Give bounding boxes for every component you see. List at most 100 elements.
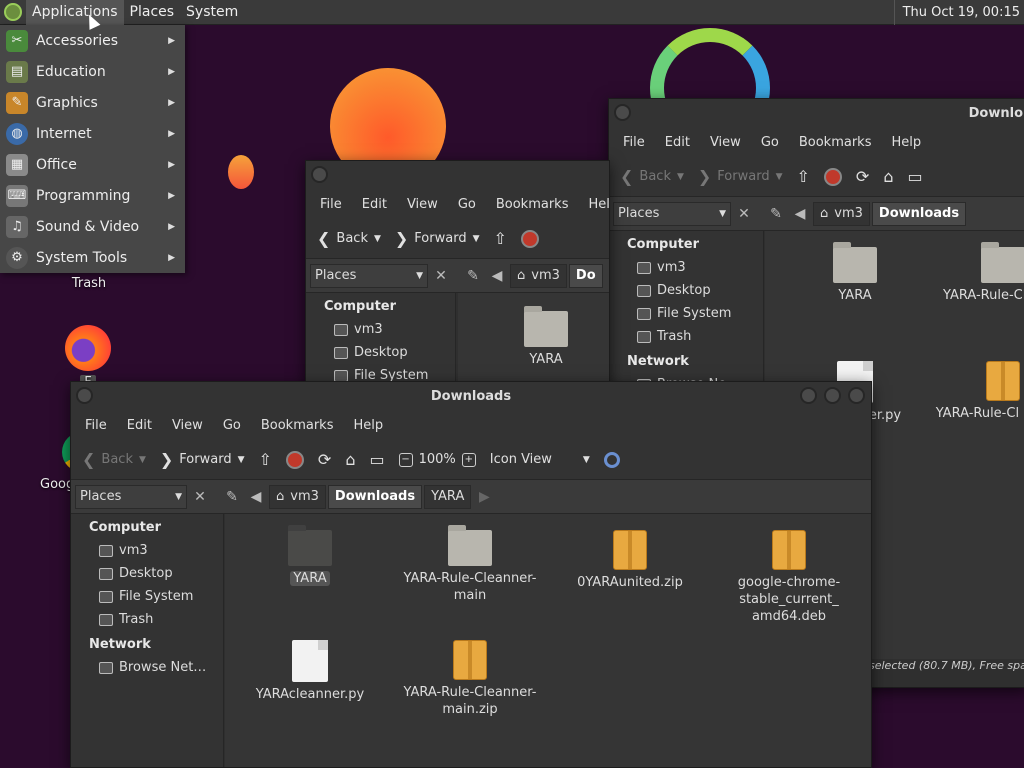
file-manager-window-front[interactable]: Downloads File Edit View Go Bookmarks He…: [70, 381, 872, 768]
menu-file[interactable]: File: [75, 418, 117, 433]
places-selector[interactable]: Places ▼: [310, 263, 428, 288]
menu-help[interactable]: Help: [578, 197, 609, 212]
computer-button[interactable]: ▭: [364, 445, 389, 475]
menu-item-sound-video[interactable]: ♫ Sound & Video ▶: [0, 211, 185, 242]
menu-item-accessories[interactable]: ✂ Accessories ▶: [0, 25, 185, 56]
file-item-yaracleanner-py[interactable]: YARAcleanner.py: [240, 640, 380, 703]
edit-location-button[interactable]: ✎: [462, 265, 484, 287]
panel-logo[interactable]: [0, 0, 26, 25]
minimize-button[interactable]: [800, 387, 817, 404]
menu-go[interactable]: Go: [448, 197, 486, 212]
close-button[interactable]: [848, 387, 865, 404]
close-sidebar-button[interactable]: ✕: [189, 486, 211, 508]
menu-item-system-tools[interactable]: ⚙ System Tools ▶: [0, 242, 185, 273]
path-crumb-downloads[interactable]: Downloads: [327, 484, 423, 509]
sidebar-item-trash[interactable]: Trash: [609, 325, 763, 348]
sidebar-item-desktop[interactable]: Desktop: [609, 279, 763, 302]
menu-go[interactable]: Go: [751, 135, 789, 150]
desktop-trash[interactable]: Trash: [60, 276, 118, 291]
window-menu-button[interactable]: [614, 104, 631, 121]
window-titlebar[interactable]: Downlo: [609, 99, 1024, 127]
menu-edit[interactable]: Edit: [352, 197, 397, 212]
up-button[interactable]: ⇧: [489, 224, 512, 254]
window-menu-button[interactable]: [76, 387, 93, 404]
clock[interactable]: Thu Oct 19, 00:15: [893, 0, 1020, 25]
stop-button[interactable]: [819, 162, 847, 192]
stop-button[interactable]: [281, 445, 309, 475]
menu-help[interactable]: Help: [343, 418, 393, 433]
menu-item-internet[interactable]: ◍ Internet ▶: [0, 118, 185, 149]
path-crumb-vm3[interactable]: ⌂ vm3: [269, 484, 326, 509]
window-titlebar[interactable]: [306, 161, 609, 189]
menu-item-office[interactable]: ▦ Office ▶: [0, 149, 185, 180]
places-menu[interactable]: Places: [124, 0, 181, 25]
sidebar-item-trash[interactable]: Trash: [71, 608, 223, 631]
sidebar-item-filesystem[interactable]: File System: [71, 585, 223, 608]
window-titlebar[interactable]: Downloads: [71, 382, 871, 410]
home-button[interactable]: ⌂: [340, 445, 360, 475]
path-crumb-yara[interactable]: YARA: [424, 484, 472, 509]
menu-view[interactable]: View: [397, 197, 448, 212]
path-crumb-vm3[interactable]: ⌂ vm3: [510, 263, 567, 288]
file-item-chrome-deb[interactable]: google-chrome-stable_current_amd64.deb: [719, 530, 859, 625]
path-crumb-downloads[interactable]: Do: [568, 263, 603, 288]
sidebar-item-filesystem[interactable]: File System: [609, 302, 763, 325]
file-view[interactable]: YARA: [458, 293, 609, 389]
view-mode-select[interactable]: Icon View ▼: [485, 445, 595, 475]
file-item-yara-rule-zip[interactable]: YARA-Rule-Cl main.zi: [933, 361, 1024, 422]
sidebar-item-browse-network[interactable]: Browse Net…: [71, 656, 223, 679]
file-item-yara[interactable]: YARA: [785, 242, 925, 304]
file-item-yara-folder[interactable]: YARA: [240, 525, 380, 587]
menu-edit[interactable]: Edit: [655, 135, 700, 150]
forward-button[interactable]: ❯ Forward ▼: [390, 224, 485, 254]
search-button[interactable]: [599, 445, 625, 475]
up-button[interactable]: ⇧: [254, 445, 277, 475]
file-view[interactable]: YARA YARA-Rule-Cleanner-main 0YARAunited…: [225, 514, 871, 767]
stop-button[interactable]: [516, 224, 544, 254]
file-item-yara-rule-folder[interactable]: YARA-Rule-Cl main: [933, 242, 1024, 304]
close-sidebar-button[interactable]: ✕: [430, 265, 452, 287]
back-button[interactable]: ❮ Back ▼: [77, 445, 151, 475]
reload-button[interactable]: ⟳: [851, 162, 874, 192]
menu-file[interactable]: File: [310, 197, 352, 212]
sidebar-item-vm3[interactable]: vm3: [609, 256, 763, 279]
home-button[interactable]: ⌂: [878, 162, 898, 192]
back-button[interactable]: ❮ Back ▼: [312, 224, 386, 254]
menu-go[interactable]: Go: [213, 418, 251, 433]
applications-menu[interactable]: Applications: [26, 0, 124, 25]
maximize-button[interactable]: [824, 387, 841, 404]
menu-item-programming[interactable]: ⌨ Programming ▶: [0, 180, 185, 211]
path-crumb-vm3[interactable]: ⌂ vm3: [813, 201, 870, 226]
edit-location-button[interactable]: ✎: [765, 203, 787, 225]
file-manager-window-middle[interactable]: File Edit View Go Bookmarks Help ❮ Back ▼ …: [305, 160, 610, 390]
file-item-0yaraunited-zip[interactable]: 0YARAunited.zip: [560, 530, 700, 591]
sidebar-item-vm3[interactable]: vm3: [306, 318, 455, 341]
forward-button[interactable]: ❯ Forward ▼: [693, 162, 788, 192]
menu-item-graphics[interactable]: ✎ Graphics ▶: [0, 87, 185, 118]
menu-file[interactable]: File: [613, 135, 655, 150]
places-selector[interactable]: Places ▼: [613, 201, 731, 226]
path-right-button[interactable]: ▶: [473, 486, 495, 508]
back-button[interactable]: ❮ Back ▼: [615, 162, 689, 192]
menu-bookmarks[interactable]: Bookmarks: [486, 197, 579, 212]
file-item-yara[interactable]: YARA: [476, 306, 609, 368]
sidebar-item-vm3[interactable]: vm3: [71, 539, 223, 562]
sidebar-item-desktop[interactable]: Desktop: [306, 341, 455, 364]
file-item-yara-rule-cleanner-folder[interactable]: YARA-Rule-Cleanner-main: [400, 525, 540, 604]
path-left-button[interactable]: ◀: [245, 486, 267, 508]
file-item-yara-rule-cleanner-zip[interactable]: YARA-Rule-Cleanner-main.zip: [400, 640, 540, 718]
reload-button[interactable]: ⟳: [313, 445, 336, 475]
sidebar-item-desktop[interactable]: Desktop: [71, 562, 223, 585]
system-menu[interactable]: System: [180, 0, 244, 25]
computer-button[interactable]: ▭: [902, 162, 927, 192]
forward-button[interactable]: ❯ Forward ▼: [155, 445, 250, 475]
edit-location-button[interactable]: ✎: [221, 486, 243, 508]
menu-item-education[interactable]: ▤ Education ▶: [0, 56, 185, 87]
places-selector[interactable]: Places ▼: [75, 484, 187, 509]
up-button[interactable]: ⇧: [792, 162, 815, 192]
menu-help[interactable]: Help: [881, 135, 931, 150]
path-left-button[interactable]: ◀: [789, 203, 811, 225]
path-left-button[interactable]: ◀: [486, 265, 508, 287]
menu-bookmarks[interactable]: Bookmarks: [789, 135, 882, 150]
menu-view[interactable]: View: [162, 418, 213, 433]
